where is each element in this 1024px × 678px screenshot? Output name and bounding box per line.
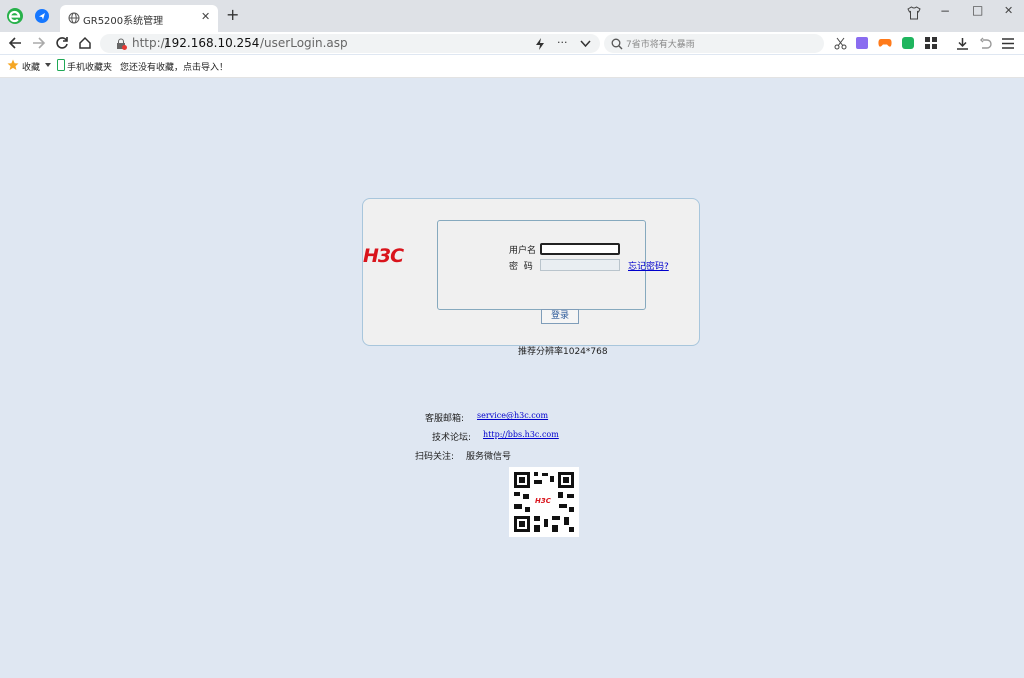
reload-icon[interactable] xyxy=(53,34,71,52)
home-icon[interactable] xyxy=(76,34,94,52)
forward-icon[interactable] xyxy=(30,34,48,52)
game-controller-icon[interactable] xyxy=(877,35,893,51)
sidebar-nav-icon[interactable] xyxy=(35,9,49,23)
login-form-box: 用户名 密 码 xyxy=(437,220,646,310)
apps-grid-icon[interactable] xyxy=(923,35,939,51)
close-window-button[interactable]: ✕ xyxy=(1004,4,1013,17)
menu-icon[interactable] xyxy=(1000,35,1016,51)
insecure-lock-icon[interactable] xyxy=(114,37,127,50)
address-bar[interactable]: http:// 192.168.10.254 /userLogin.asp ··… xyxy=(100,34,600,53)
download-icon[interactable] xyxy=(954,35,970,51)
page-content: H3C 用户名 密 码 忘记密码? 登录 推荐分辨率1024*768 客服邮箱:… xyxy=(4,78,1024,678)
lightning-icon[interactable] xyxy=(534,37,546,50)
forum-link[interactable]: http://bbs.h3c.com xyxy=(483,430,559,439)
qr-logo: H3C xyxy=(535,497,551,505)
skin-icon[interactable] xyxy=(906,5,922,21)
globe-icon xyxy=(68,12,80,24)
tab-title: GR5200系统管理 xyxy=(83,16,164,27)
search-icon xyxy=(610,37,623,50)
maximize-button[interactable]: □ xyxy=(972,3,983,17)
search-placeholder: 7省市将有大暴雨 xyxy=(626,40,695,50)
navigation-toolbar: http:// 192.168.10.254 /userLogin.asp ··… xyxy=(0,32,1024,54)
minimize-button[interactable]: − xyxy=(940,4,950,18)
caret-down-icon[interactable] xyxy=(44,61,52,69)
close-tab-icon[interactable]: ✕ xyxy=(201,10,210,23)
password-input[interactable] xyxy=(540,259,620,271)
import-favorites-hint[interactable]: 您还没有收藏，点击导入！ xyxy=(120,60,228,73)
favorites-button[interactable]: 收藏 xyxy=(22,60,40,73)
new-tab-button[interactable]: + xyxy=(226,5,239,24)
h3c-logo: H3C xyxy=(363,245,404,267)
password-label: 密 码 xyxy=(509,262,533,272)
username-label: 用户名 xyxy=(509,246,537,256)
star-icon xyxy=(7,59,19,71)
forgot-password-link[interactable]: 忘记密码? xyxy=(628,259,669,272)
email-label: 客服邮箱: xyxy=(425,414,465,424)
login-button[interactable]: 登录 xyxy=(541,309,579,324)
chat-app-icon[interactable] xyxy=(900,35,916,51)
mobile-favorites-link[interactable]: 手机收藏夹 xyxy=(67,60,112,73)
undo-icon[interactable] xyxy=(977,35,993,51)
login-panel: H3C 用户名 密 码 忘记密码? 登录 xyxy=(362,198,700,346)
username-input[interactable] xyxy=(540,243,620,255)
back-icon[interactable] xyxy=(6,34,24,52)
forum-label: 技术论坛: xyxy=(432,433,472,443)
mobile-icon xyxy=(56,59,66,71)
browser-logo-icon[interactable] xyxy=(6,7,24,25)
chevron-down-icon[interactable] xyxy=(579,37,592,50)
url-path: /userLogin.asp xyxy=(260,36,348,50)
notes-app-icon[interactable] xyxy=(854,35,870,51)
resolution-hint: 推荐分辨率1024*768 xyxy=(518,347,608,357)
email-link[interactable]: service@h3c.com xyxy=(477,411,548,420)
url-host: 192.168.10.254 xyxy=(164,36,260,50)
tab-active[interactable]: GR5200系统管理 ✕ xyxy=(60,5,218,32)
more-icon[interactable]: ··· xyxy=(557,36,568,49)
bookmarks-bar: 收藏 手机收藏夹 您还没有收藏，点击导入！ xyxy=(0,55,1024,78)
qr-label: 扫码关注: xyxy=(415,452,455,462)
scissors-icon[interactable] xyxy=(832,35,848,51)
search-bar[interactable]: 7省市将有大暴雨 xyxy=(604,34,824,53)
qr-description: 服务微信号 xyxy=(466,452,512,462)
tab-strip: GR5200系统管理 ✕ + − □ ✕ xyxy=(0,0,1024,32)
wechat-qr-code: H3C xyxy=(509,467,579,537)
